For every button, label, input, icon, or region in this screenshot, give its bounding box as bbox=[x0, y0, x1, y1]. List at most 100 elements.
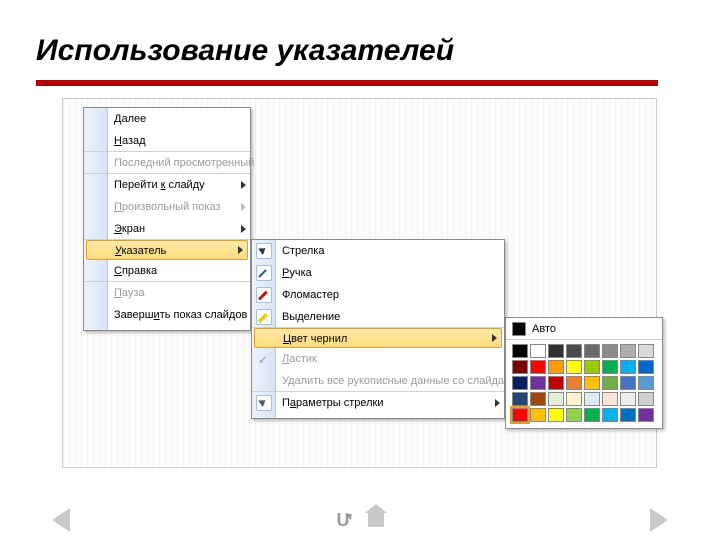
submenu-arrow-icon bbox=[241, 181, 246, 189]
menu-item-label: Ластик bbox=[282, 353, 317, 365]
pointer-menu-item-2[interactable]: Фломастер bbox=[252, 284, 504, 306]
menu-item-label: Удалить все рукописные данные со слайда bbox=[282, 375, 504, 387]
color-swatch[interactable] bbox=[512, 408, 528, 422]
submenu-arrow-icon bbox=[238, 246, 243, 254]
menu-item-label: Параметры стрелки bbox=[282, 397, 383, 409]
color-swatch[interactable] bbox=[638, 392, 654, 406]
cursoropts-icon bbox=[256, 395, 272, 411]
menu-item-label: Перейти к слайду bbox=[114, 179, 205, 191]
arrow-cursor-icon bbox=[256, 243, 272, 259]
pointer-menu-item-7[interactable]: Параметры стрелки bbox=[252, 392, 504, 414]
color-swatch[interactable] bbox=[530, 408, 546, 422]
screenshot-canvas: Далее Назад Последний просмотренный Перейти… bbox=[62, 98, 657, 468]
color-auto-label: Авто bbox=[532, 323, 556, 335]
color-swatch[interactable] bbox=[512, 392, 528, 406]
color-swatch[interactable] bbox=[602, 392, 618, 406]
menu-item-label: Назад bbox=[114, 135, 146, 147]
color-swatch[interactable] bbox=[530, 344, 546, 358]
color-swatch[interactable] bbox=[566, 344, 582, 358]
nav-prev-button[interactable] bbox=[52, 508, 70, 532]
pen-icon bbox=[256, 265, 272, 281]
menu-item-label: Справка bbox=[114, 265, 157, 277]
menu-item-label: Далее bbox=[114, 113, 146, 125]
color-swatch[interactable] bbox=[566, 408, 582, 422]
menu-item-label: Указатель bbox=[115, 245, 166, 257]
context-menu-item-1[interactable]: Назад bbox=[84, 130, 250, 152]
color-swatch[interactable] bbox=[548, 392, 564, 406]
color-swatch[interactable] bbox=[602, 408, 618, 422]
color-swatch[interactable] bbox=[602, 344, 618, 358]
pointer-menu-item-4[interactable]: Цвет чернил bbox=[254, 328, 502, 348]
submenu-arrow-icon bbox=[241, 225, 246, 233]
color-swatch[interactable] bbox=[530, 360, 546, 374]
slide-title: Использование указателей bbox=[0, 0, 720, 74]
color-swatch[interactable] bbox=[620, 344, 636, 358]
highlight-icon bbox=[256, 309, 272, 325]
color-swatch[interactable] bbox=[620, 360, 636, 374]
context-menu-item-3[interactable]: Перейти к слайду bbox=[84, 174, 250, 196]
color-swatch[interactable] bbox=[584, 376, 600, 390]
menu-item-label: Фломастер bbox=[282, 289, 339, 301]
pointer-menu-item-0[interactable]: Стрелка bbox=[252, 240, 504, 262]
color-swatch[interactable] bbox=[548, 344, 564, 358]
color-grid bbox=[506, 340, 662, 424]
color-auto-row[interactable]: Авто bbox=[506, 318, 662, 340]
check-icon bbox=[256, 351, 272, 367]
menu-item-label: Произвольный показ bbox=[114, 201, 220, 213]
color-swatch[interactable] bbox=[512, 344, 528, 358]
color-swatch[interactable] bbox=[530, 376, 546, 390]
color-swatch[interactable] bbox=[584, 408, 600, 422]
nav-home-button[interactable] bbox=[368, 513, 384, 527]
color-swatch[interactable] bbox=[512, 360, 528, 374]
color-swatch[interactable] bbox=[566, 376, 582, 390]
nav-next-button[interactable] bbox=[650, 508, 668, 532]
context-menu-item-9[interactable]: Завершить показ слайдов bbox=[84, 304, 250, 326]
context-menu: Далее Назад Последний просмотренный Перейти… bbox=[83, 107, 251, 331]
color-swatch[interactable] bbox=[602, 376, 618, 390]
color-swatch[interactable] bbox=[620, 376, 636, 390]
color-swatch[interactable] bbox=[548, 376, 564, 390]
color-swatch[interactable] bbox=[566, 392, 582, 406]
pointer-menu-item-3[interactable]: Выделение bbox=[252, 306, 504, 328]
pointer-submenu: Стрелка Ручка Фломастер Выделение Цвет черни… bbox=[251, 239, 505, 419]
pointer-menu-item-5: Ластик bbox=[252, 348, 504, 370]
ink-color-picker: Авто bbox=[505, 317, 663, 429]
color-swatch[interactable] bbox=[584, 344, 600, 358]
pointer-menu-item-1[interactable]: Ручка bbox=[252, 262, 504, 284]
color-swatch[interactable] bbox=[620, 408, 636, 422]
context-menu-item-0[interactable]: Далее bbox=[84, 108, 250, 130]
color-swatch[interactable] bbox=[548, 360, 564, 374]
menu-item-label: Стрелка bbox=[282, 245, 324, 257]
color-swatch[interactable] bbox=[638, 408, 654, 422]
color-swatch[interactable] bbox=[584, 392, 600, 406]
marker-icon bbox=[256, 287, 272, 303]
submenu-arrow-icon bbox=[495, 399, 500, 407]
submenu-arrow-icon bbox=[241, 203, 246, 211]
context-menu-item-7[interactable]: Справка bbox=[84, 260, 250, 282]
context-menu-item-5[interactable]: Экран bbox=[84, 218, 250, 240]
context-menu-item-4: Произвольный показ bbox=[84, 196, 250, 218]
menu-item-label: Ручка bbox=[282, 267, 312, 279]
menu-item-label: Цвет чернил bbox=[283, 333, 347, 345]
color-swatch[interactable] bbox=[638, 344, 654, 358]
color-swatch[interactable] bbox=[602, 360, 618, 374]
color-swatch[interactable] bbox=[620, 392, 636, 406]
color-swatch[interactable] bbox=[638, 376, 654, 390]
color-swatch[interactable] bbox=[638, 360, 654, 374]
menu-item-label: Экран bbox=[114, 223, 145, 235]
color-swatch[interactable] bbox=[584, 360, 600, 374]
menu-item-label: Последний просмотренный bbox=[114, 157, 254, 169]
color-swatch[interactable] bbox=[566, 360, 582, 374]
menu-item-label: Пауза bbox=[114, 287, 145, 299]
nav-return-button[interactable]: U bbox=[337, 510, 350, 531]
pointer-menu-item-6: Удалить все рукописные данные со слайда bbox=[252, 370, 504, 392]
submenu-arrow-icon bbox=[492, 334, 497, 342]
menu-item-label: Выделение bbox=[282, 311, 340, 323]
auto-swatch-icon bbox=[512, 322, 526, 336]
color-swatch[interactable] bbox=[512, 376, 528, 390]
context-menu-item-8: Пауза bbox=[84, 282, 250, 304]
color-swatch[interactable] bbox=[548, 408, 564, 422]
color-swatch[interactable] bbox=[530, 392, 546, 406]
context-menu-item-2: Последний просмотренный bbox=[84, 152, 250, 174]
context-menu-item-6[interactable]: Указатель bbox=[86, 240, 248, 260]
